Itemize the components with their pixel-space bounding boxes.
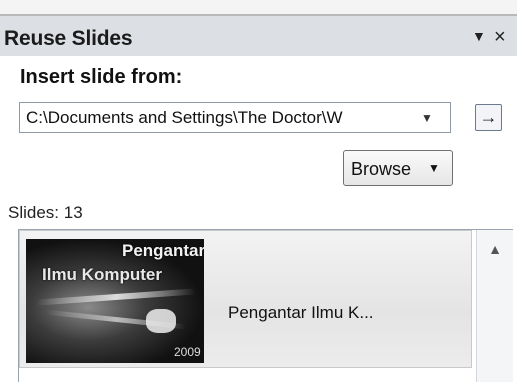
thumbnail-decoration: [35, 288, 197, 306]
pane-title: Reuse Slides: [4, 27, 133, 50]
arrow-right-icon: →: [479, 107, 498, 127]
pane-close-icon[interactable]: ×: [494, 26, 506, 49]
browse-button[interactable]: Browse ▼: [343, 150, 453, 186]
thumbnail-decoration: [146, 309, 176, 333]
thumbnail-number: 2009: [174, 345, 201, 359]
chevron-down-icon[interactable]: ▼: [416, 109, 438, 127]
insert-slide-from-label: Insert slide from:: [20, 66, 183, 88]
top-bar: [0, 0, 517, 16]
slide-caption: Pengantar Ilmu K...: [228, 303, 374, 322]
slides-scrollbar[interactable]: ▲: [476, 230, 513, 382]
browse-label: Browse: [351, 159, 412, 179]
thumbnail-title-line1: Pengantar: [122, 241, 204, 260]
slide-list-item[interactable]: Pengantar Ilmu Komputer 2009 Pengantar I…: [19, 230, 472, 368]
insert-from-path-combobox[interactable]: C:\Documents and Settings\The Doctor\W ▼: [19, 102, 451, 133]
go-arrow-button[interactable]: →: [475, 104, 502, 131]
scroll-up-icon[interactable]: ▲: [483, 238, 507, 260]
path-input[interactable]: C:\Documents and Settings\The Doctor\W: [26, 108, 406, 128]
chevron-down-icon: ▼: [428, 161, 440, 175]
thumbnail-title-line2: Ilmu Komputer: [42, 265, 162, 284]
slide-thumbnail[interactable]: Pengantar Ilmu Komputer 2009: [26, 239, 204, 363]
pane-options-dropdown-icon[interactable]: ▼: [472, 28, 486, 44]
slides-count-label: Slides: 13: [8, 203, 83, 222]
slides-list: Pengantar Ilmu Komputer 2009 Pengantar I…: [18, 229, 513, 382]
